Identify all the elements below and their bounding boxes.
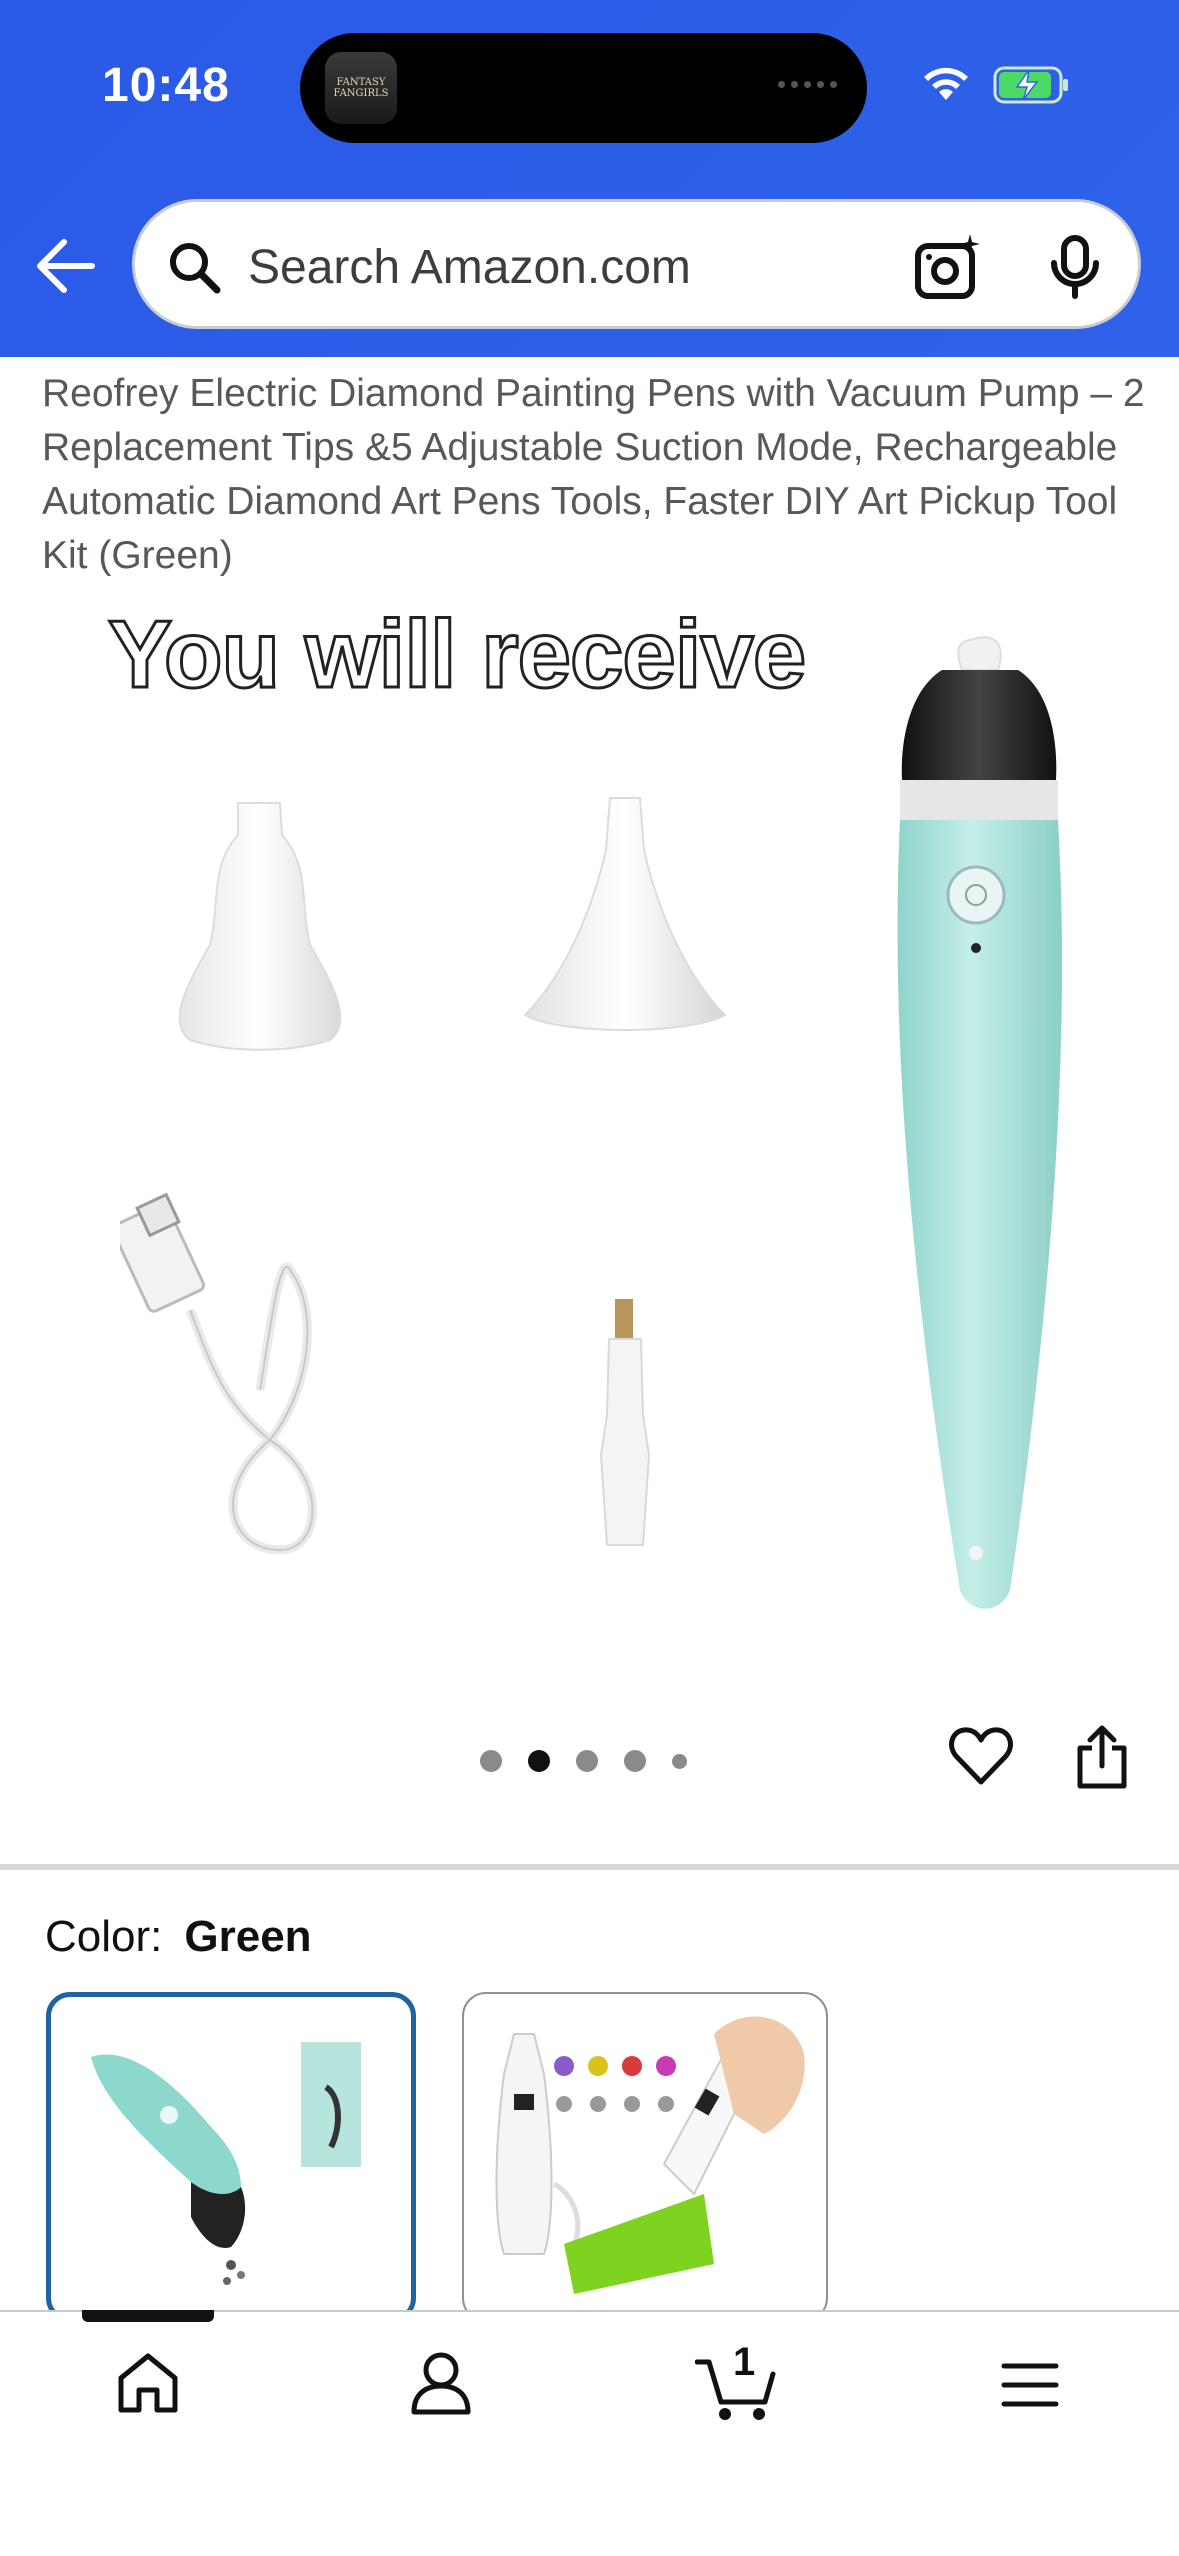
- product-title[interactable]: Reofrey Electric Diamond Painting Pens w…: [42, 367, 1152, 583]
- back-arrow-icon[interactable]: [34, 236, 96, 296]
- search-input[interactable]: Search Amazon.com: [248, 240, 691, 295]
- dynamic-island: FANTASY FANGIRLS: [300, 33, 867, 143]
- color-selector-label: Color: Green: [45, 1912, 312, 1962]
- island-app-label: FANTASY FANGIRLS: [333, 77, 389, 99]
- search-bar[interactable]: Search Amazon.com: [132, 199, 1141, 329]
- camera-search-icon[interactable]: [914, 232, 984, 302]
- carousel-dot[interactable]: [480, 1750, 502, 1772]
- active-tab-indicator: [82, 2310, 214, 2322]
- cart-count-badge: 1: [733, 2340, 756, 2384]
- vacuum-pen-image: [897, 636, 1062, 1609]
- wifi-icon: [924, 67, 968, 100]
- status-time: 10:48: [102, 59, 230, 112]
- bottom-navigation-bar: 1: [0, 2310, 1179, 2556]
- carousel-dot[interactable]: [624, 1750, 646, 1772]
- share-icon[interactable]: [1074, 1724, 1130, 1790]
- color-swatch-green[interactable]: [46, 1992, 416, 2322]
- island-activity-dots: [778, 81, 837, 88]
- battery-charging-icon: [993, 66, 1068, 104]
- product-image-carousel[interactable]: You will receive: [0, 600, 1179, 1720]
- carousel-dot[interactable]: [672, 1753, 687, 1769]
- suction-tip-round-image: [178, 802, 342, 1051]
- account-icon[interactable]: [410, 2350, 472, 2416]
- green-pen-thumbnail: [91, 2042, 361, 2285]
- suction-tip-cone-image: [523, 797, 727, 1031]
- island-app-thumbnail: FANTASY FANGIRLS: [325, 52, 397, 124]
- pen-tip-image: [599, 1299, 651, 1546]
- color-swatch-white[interactable]: [462, 1992, 828, 2322]
- app-header: 10:48 FANTASY FANGIRLS Search Amazon.com: [0, 0, 1179, 357]
- section-divider: [0, 1864, 1179, 1870]
- search-icon: [170, 243, 221, 294]
- usb-cable-image: [120, 1192, 317, 1555]
- color-label: Color:: [45, 1912, 163, 1961]
- home-icon[interactable]: [115, 2350, 181, 2416]
- microphone-icon[interactable]: [1047, 235, 1103, 299]
- image-caption: You will receive: [106, 600, 807, 710]
- white-pen-kit-thumbnail: [495, 2016, 805, 2294]
- carousel-indicator[interactable]: [480, 1750, 687, 1772]
- carousel-dot-active[interactable]: [528, 1750, 550, 1772]
- heart-icon[interactable]: [948, 1726, 1014, 1786]
- carousel-dot[interactable]: [576, 1750, 598, 1772]
- menu-icon[interactable]: [1000, 2360, 1060, 2410]
- color-value: Green: [184, 1912, 312, 1961]
